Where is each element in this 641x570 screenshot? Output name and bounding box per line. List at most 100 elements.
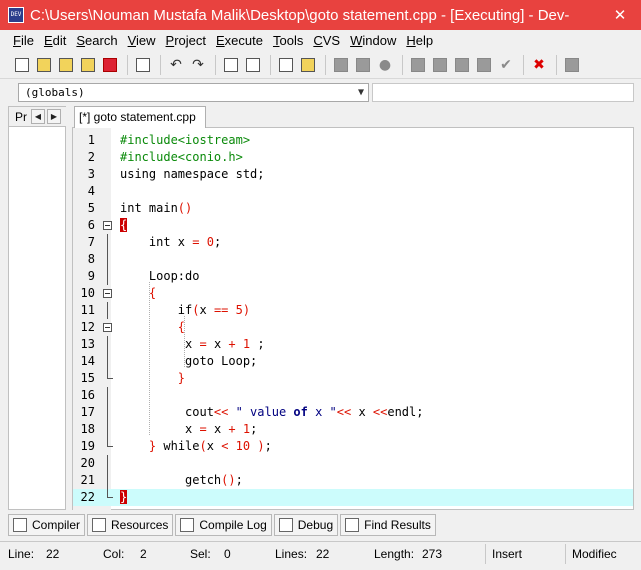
line-number: 21 bbox=[80, 473, 95, 487]
menu-cvs[interactable]: CVS bbox=[308, 31, 345, 51]
code-line[interactable]: 12 { bbox=[73, 319, 633, 336]
fold-end-marker bbox=[107, 370, 113, 379]
unindent-button[interactable] bbox=[298, 55, 318, 75]
code-line[interactable]: 13 x = x + 1 ; bbox=[73, 336, 633, 353]
tab-scroll-left-icon[interactable]: ◀ bbox=[31, 109, 45, 124]
code-line[interactable]: 16 bbox=[73, 387, 633, 404]
find-button[interactable] bbox=[221, 55, 241, 75]
redo-button[interactable]: ↷ bbox=[188, 55, 208, 75]
open-button[interactable] bbox=[34, 55, 54, 75]
code-line[interactable]: 11 if(x == 5) bbox=[73, 302, 633, 319]
code-text: cout<< " value of x "<< x <<endl; bbox=[120, 405, 424, 419]
code-line[interactable]: 14 goto Loop; bbox=[73, 353, 633, 370]
code-line[interactable]: 8 bbox=[73, 251, 633, 268]
fold-end-marker bbox=[107, 489, 113, 498]
code-line[interactable]: 4 bbox=[73, 183, 633, 200]
code-line[interactable]: 3 using namespace std; bbox=[73, 166, 633, 183]
compile-run-button[interactable] bbox=[452, 55, 472, 75]
fold-line-marker bbox=[107, 268, 108, 285]
replace-button[interactable] bbox=[243, 55, 263, 75]
stop-execution-button[interactable]: ✖ bbox=[529, 55, 549, 75]
editor-tab-strip: [*] goto statement.cpp bbox=[72, 106, 634, 128]
code-line[interactable]: 18 x = x + 1; bbox=[73, 421, 633, 438]
tab-debug[interactable]: Debug bbox=[273, 514, 339, 536]
code-text: Loop:do bbox=[120, 269, 200, 283]
tab-compiler[interactable]: Compiler bbox=[8, 514, 86, 536]
code-line[interactable]: 19 } while(x < 10 ); bbox=[73, 438, 633, 455]
devcpp-app-icon[interactable]: DEV bbox=[8, 7, 24, 23]
tab-compile-log[interactable]: Compile Log bbox=[175, 514, 272, 536]
code-line[interactable]: 20 bbox=[73, 455, 633, 472]
code-line[interactable]: 10 { bbox=[73, 285, 633, 302]
status-bar: Line: 22 Col: 2 Sel: 0 Lines: 22 Length:… bbox=[0, 541, 641, 566]
undo-button[interactable]: ↶ bbox=[166, 55, 186, 75]
tab-debug-label: Debug bbox=[297, 518, 334, 532]
syntax-check-button[interactable]: ✔ bbox=[496, 55, 516, 75]
members-dropdown[interactable] bbox=[372, 83, 634, 102]
code-line[interactable]: 15 } bbox=[73, 370, 633, 387]
line-number: 4 bbox=[87, 184, 95, 198]
compile-button[interactable] bbox=[408, 55, 428, 75]
code-line[interactable]: 9 Loop:do bbox=[73, 268, 633, 285]
menu-edit[interactable]: Edit bbox=[39, 31, 71, 51]
toolbar: ↶ ↷ ● ✔ ✖ bbox=[0, 52, 641, 78]
menu-tools[interactable]: Tools bbox=[268, 31, 308, 51]
print-button[interactable] bbox=[133, 55, 153, 75]
code-line[interactable]: 6{ bbox=[73, 217, 633, 234]
fold-line-marker bbox=[107, 251, 108, 268]
chevron-down-icon[interactable]: ▼ bbox=[358, 84, 364, 101]
code-line[interactable]: 7 int x = 0; bbox=[73, 234, 633, 251]
menu-search[interactable]: Search bbox=[71, 31, 122, 51]
tab-resources[interactable]: Resources bbox=[87, 514, 174, 536]
close-icon[interactable]: ✕ bbox=[607, 5, 633, 25]
tab-project[interactable]: Pr bbox=[15, 110, 27, 124]
code-text: int x = 0; bbox=[120, 235, 222, 249]
fold-collapse-icon[interactable] bbox=[103, 323, 112, 332]
code-line[interactable]: 17 cout<< " value of x "<< x <<endl; bbox=[73, 404, 633, 421]
run-button[interactable] bbox=[430, 55, 450, 75]
menu-help[interactable]: Help bbox=[401, 31, 438, 51]
code-text: } while(x < 10 ); bbox=[148, 439, 272, 453]
menu-view[interactable]: View bbox=[123, 31, 161, 51]
debug-icon bbox=[278, 518, 293, 532]
fold-collapse-icon[interactable] bbox=[103, 289, 112, 298]
line-number: 19 bbox=[80, 439, 95, 453]
tab-scroll-right-icon[interactable]: ▶ bbox=[47, 109, 61, 124]
fold-line-marker bbox=[107, 336, 108, 353]
tab-find-results[interactable]: Find Results bbox=[340, 514, 436, 536]
project-tab-strip: Pr ◀ ▶ bbox=[9, 107, 67, 127]
code-line[interactable]: 22} bbox=[73, 489, 633, 506]
indent-button[interactable] bbox=[276, 55, 296, 75]
profile-button[interactable] bbox=[562, 55, 582, 75]
indent-guide bbox=[149, 282, 150, 435]
new-project-button[interactable] bbox=[331, 55, 351, 75]
fold-collapse-icon[interactable] bbox=[103, 221, 112, 230]
menu-bar: File Edit Search View Project Execute To… bbox=[0, 30, 641, 52]
code-editor[interactable]: 1 #include<iostream> 2 #include<conio.h> 3 us… bbox=[72, 128, 634, 510]
line-number: 14 bbox=[80, 354, 95, 368]
add-to-project-button[interactable] bbox=[353, 55, 373, 75]
line-number: 7 bbox=[87, 235, 95, 249]
code-line[interactable]: 1 #include<iostream> bbox=[73, 132, 633, 149]
fold-line-marker bbox=[107, 387, 108, 404]
menu-window[interactable]: Window bbox=[345, 31, 401, 51]
save-all-button[interactable] bbox=[78, 55, 98, 75]
compile-run-icon bbox=[455, 58, 469, 72]
title-bar: DEV C:\Users\Nouman Mustafa Malik\Deskto… bbox=[0, 0, 641, 30]
project-options-button[interactable]: ● bbox=[375, 55, 395, 75]
profile-icon bbox=[565, 58, 579, 72]
save-button[interactable] bbox=[56, 55, 76, 75]
line-number: 2 bbox=[87, 150, 95, 164]
tab-goto-statement[interactable]: [*] goto statement.cpp bbox=[74, 106, 206, 128]
menu-file[interactable]: File bbox=[8, 31, 39, 51]
rebuild-button[interactable] bbox=[474, 55, 494, 75]
menu-execute[interactable]: Execute bbox=[211, 31, 268, 51]
scope-dropdown[interactable]: (globals) ▼ bbox=[18, 83, 369, 102]
code-line[interactable]: 5 int main() bbox=[73, 200, 633, 217]
line-number: 3 bbox=[87, 167, 95, 181]
new-file-button[interactable] bbox=[12, 55, 32, 75]
code-line[interactable]: 2 #include<conio.h> bbox=[73, 149, 633, 166]
close-file-button[interactable] bbox=[100, 55, 120, 75]
code-line[interactable]: 21 getch(); bbox=[73, 472, 633, 489]
menu-project[interactable]: Project bbox=[161, 31, 211, 51]
